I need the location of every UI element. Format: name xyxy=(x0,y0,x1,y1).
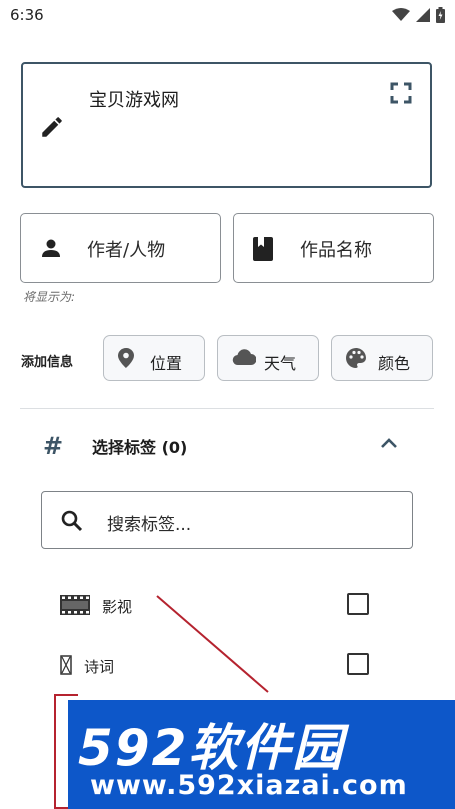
tag-search-placeholder: 搜索标签... xyxy=(107,515,192,535)
battery-icon xyxy=(436,7,445,23)
tag-checkbox[interactable] xyxy=(347,593,369,615)
section-divider xyxy=(20,408,434,409)
watermark-url: www.592xiazai.com xyxy=(90,770,408,801)
author-label: 作者/人物 xyxy=(87,240,166,261)
add-info-label: 添加信息 xyxy=(21,355,74,370)
editor-card[interactable]: 宝贝游戏网 xyxy=(21,62,432,188)
tags-header[interactable]: 选择标签 (0) xyxy=(92,434,187,458)
film-icon xyxy=(60,595,90,615)
tag-checkbox[interactable] xyxy=(347,653,369,675)
color-chip[interactable]: 颜色 xyxy=(331,335,433,381)
work-title-label: 作品名称 xyxy=(300,240,372,261)
location-chip[interactable]: 位置 xyxy=(103,335,205,381)
pencil-icon[interactable] xyxy=(39,114,65,140)
author-field[interactable]: 作者/人物 xyxy=(20,213,221,283)
work-title-field[interactable]: 作品名称 xyxy=(233,213,434,283)
signal-icon xyxy=(416,8,430,22)
watermark-banner: 592软件园 www.592xiazai.com xyxy=(68,700,455,809)
chevron-up-icon[interactable] xyxy=(378,432,400,454)
person-icon xyxy=(42,239,60,257)
tag-item-label: 影视 xyxy=(102,598,133,616)
weather-chip-label: 天气 xyxy=(264,354,297,373)
tag-item-film[interactable]: 影视 xyxy=(58,589,378,625)
location-chip-label: 位置 xyxy=(150,354,183,373)
cloud-icon xyxy=(232,349,256,366)
editor-title: 宝贝游戏网 xyxy=(89,90,179,111)
scroll-icon xyxy=(60,655,72,675)
weather-chip[interactable]: 天气 xyxy=(217,335,319,381)
tag-search-input[interactable]: 搜索标签... xyxy=(41,491,413,549)
status-time: 6:36 xyxy=(10,6,44,24)
status-bar: 6:36 xyxy=(0,0,455,32)
location-pin-icon xyxy=(118,348,134,368)
tag-item-label: 诗词 xyxy=(84,658,115,676)
palette-icon xyxy=(346,348,366,368)
fullscreen-icon[interactable] xyxy=(390,82,412,104)
book-icon xyxy=(253,237,273,261)
color-chip-label: 颜色 xyxy=(378,354,411,373)
wifi-icon xyxy=(392,8,410,21)
tag-item-poetry[interactable]: 诗词 xyxy=(58,649,378,685)
display-hint: 将显示为: xyxy=(23,290,76,304)
search-icon xyxy=(61,510,83,532)
hashtag-icon: # xyxy=(43,432,64,460)
status-icons xyxy=(392,7,445,23)
